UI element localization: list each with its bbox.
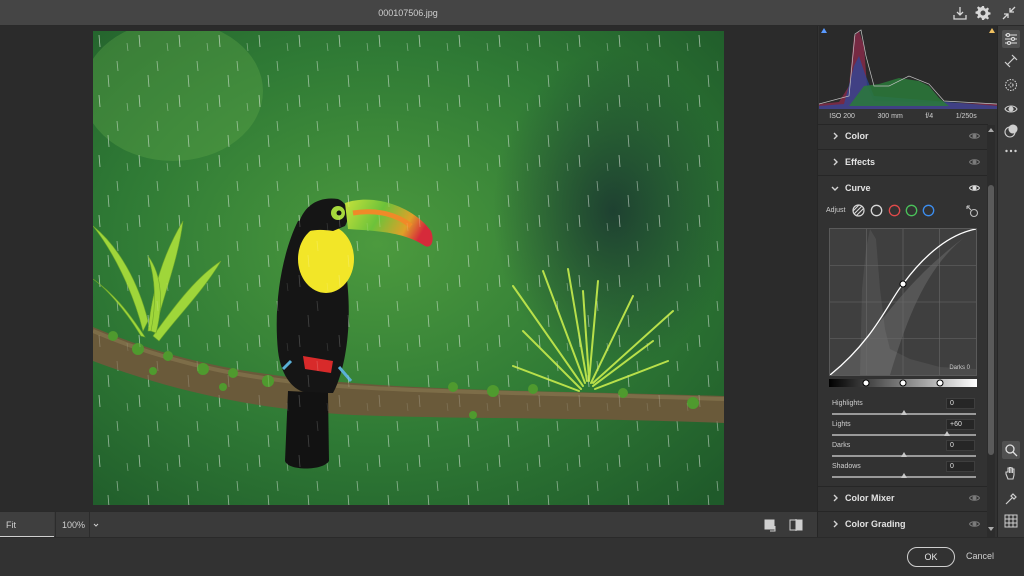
section-label: Color Grading	[845, 519, 906, 529]
cancel-button[interactable]: Cancel	[966, 551, 994, 561]
zoom-100-button[interactable]: 100%	[55, 512, 90, 538]
presets-icon[interactable]	[1004, 124, 1018, 138]
point-curve-green-icon[interactable]	[905, 204, 918, 217]
section-color-mixer[interactable]: Color Mixer	[818, 486, 988, 512]
point-curve-white-icon[interactable]	[870, 204, 883, 217]
toucan-photo	[93, 31, 724, 505]
slider-value-input[interactable]: 0	[946, 440, 975, 451]
iso-value: ISO 200	[829, 113, 855, 120]
zoom-dropdown-icon[interactable]	[90, 521, 102, 529]
shutter-value: 1/250s	[955, 113, 977, 120]
masking-icon[interactable]	[1004, 78, 1018, 92]
slider-thumb[interactable]	[901, 473, 907, 478]
eye-icon[interactable]	[969, 184, 980, 192]
chevron-right-icon	[833, 494, 838, 502]
section-color-grading[interactable]: Color Grading	[818, 512, 988, 537]
slider-lights[interactable]: Lights +60	[818, 419, 988, 440]
slider-value-input[interactable]: 0	[946, 398, 975, 409]
collapse-icon[interactable]	[1001, 5, 1017, 21]
slider-value-input[interactable]: 0	[946, 461, 975, 472]
eye-icon[interactable]	[969, 494, 980, 502]
photo-preview[interactable]	[93, 31, 724, 505]
title-bar: 000107506.jpg	[0, 0, 1024, 26]
slider-track[interactable]	[832, 434, 976, 436]
chevron-right-icon	[833, 132, 838, 140]
chevron-right-icon	[833, 520, 838, 528]
dialog-footer: OK Cancel	[0, 537, 1024, 576]
healing-icon[interactable]	[1004, 54, 1018, 68]
curve-region-readout: Darks 0	[949, 365, 970, 371]
slider-highlights[interactable]: Highlights 0	[818, 398, 988, 419]
section-label: Effects	[845, 157, 876, 167]
edit-sliders-icon[interactable]	[1002, 30, 1020, 48]
save-icon[interactable]	[952, 5, 968, 21]
slider-label: Highlights	[832, 400, 863, 407]
ok-button[interactable]: OK	[907, 547, 955, 567]
image-canvas[interactable]	[0, 26, 817, 511]
scroll-down-icon[interactable]	[988, 527, 994, 532]
toggle-preview-icon[interactable]	[764, 519, 777, 532]
slider-label: Shadows	[832, 463, 861, 470]
section-color[interactable]: Color	[818, 124, 988, 150]
chevron-right-icon	[833, 158, 838, 166]
aperture-value: f/4	[925, 113, 934, 120]
curve-split-slider[interactable]	[829, 379, 977, 387]
slider-thumb[interactable]	[944, 431, 951, 436]
point-curve-blue-icon[interactable]	[922, 204, 935, 217]
scroll-thumb[interactable]	[988, 185, 994, 455]
adjustments-panel: ISO 200 300 mm f/4 1/250s Color Effects …	[817, 26, 997, 537]
tool-strip	[997, 26, 1024, 537]
section-label: Curve	[845, 183, 871, 193]
panel-scrollbar[interactable]	[987, 125, 995, 537]
zoom-tool-icon[interactable]	[1002, 441, 1020, 459]
slider-thumb[interactable]	[901, 410, 907, 415]
scroll-up-icon[interactable]	[988, 127, 994, 132]
curve-channel-row: Adjust	[818, 200, 988, 222]
gear-icon[interactable]	[975, 5, 991, 21]
focal-length-value: 300 mm	[877, 113, 903, 120]
eye-icon[interactable]	[969, 520, 980, 528]
image-metadata: ISO 200 300 mm f/4 1/250s	[818, 110, 988, 124]
red-eye-icon[interactable]	[1004, 102, 1018, 116]
section-label: Color	[845, 131, 869, 141]
point-curve-red-icon[interactable]	[888, 204, 901, 217]
slider-darks[interactable]: Darks 0	[818, 440, 988, 461]
tone-curve-graph[interactable]: Darks 0	[829, 228, 977, 376]
window-title: 000107506.jpg	[378, 8, 438, 18]
chevron-down-icon	[831, 186, 839, 191]
slider-label: Lights	[832, 421, 851, 428]
grid-overlay-icon[interactable]	[1004, 514, 1018, 528]
zoom-fit-button[interactable]: Fit (22.9%)	[0, 512, 54, 556]
adjust-label: Adjust	[826, 207, 846, 214]
eyedropper-icon[interactable]	[1004, 492, 1018, 506]
slider-label: Darks	[832, 442, 851, 449]
eye-icon[interactable]	[969, 132, 980, 140]
section-curve[interactable]: Curve	[818, 176, 988, 202]
parametric-curve-icon[interactable]	[852, 204, 865, 217]
section-effects[interactable]: Effects	[818, 150, 988, 176]
slider-shadows[interactable]: Shadows 0	[818, 461, 988, 482]
hand-tool-icon[interactable]	[1004, 466, 1018, 480]
section-label: Color Mixer	[845, 493, 895, 503]
histogram	[818, 26, 997, 109]
before-after-icon[interactable]	[789, 518, 803, 532]
eye-icon[interactable]	[969, 158, 980, 166]
targeted-adjustment-icon[interactable]	[966, 205, 979, 218]
slider-value-input[interactable]: +60	[946, 419, 975, 430]
more-options-icon[interactable]	[1004, 144, 1018, 158]
zoom-bar: Fit (22.9%) 100%	[0, 511, 817, 556]
slider-thumb[interactable]	[901, 452, 907, 457]
